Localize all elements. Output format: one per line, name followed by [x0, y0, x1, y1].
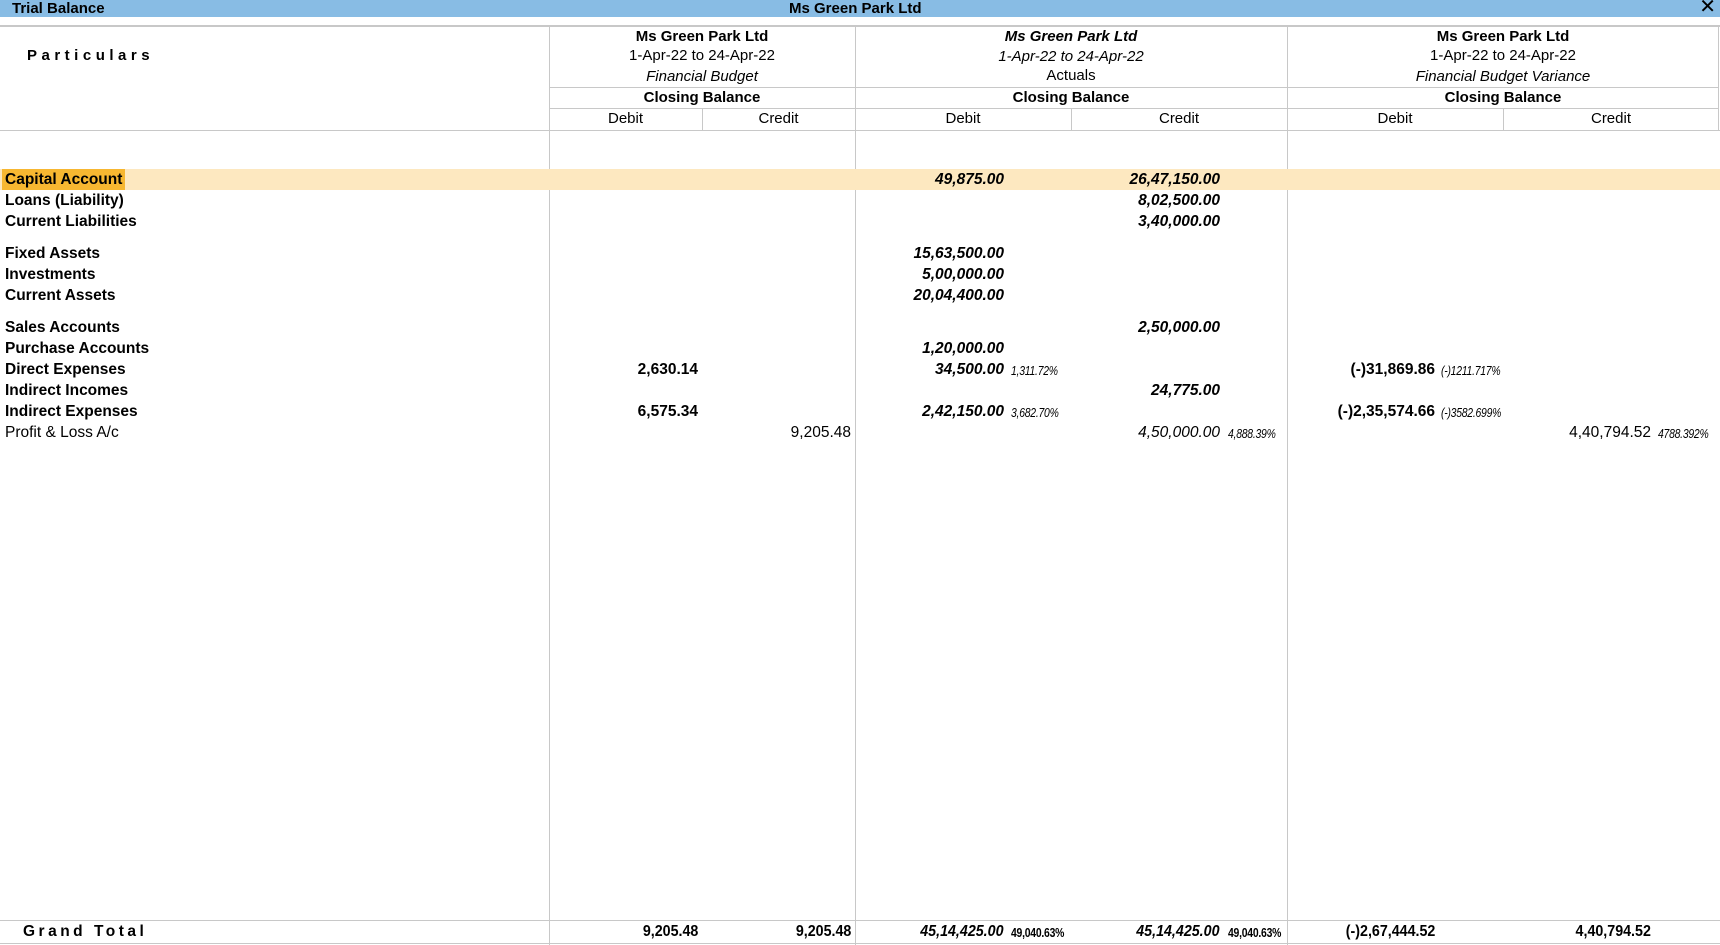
- budget-credit-amount: 9,205.48: [790, 424, 851, 441]
- grand-total-budget-debit: 9,205.48: [642, 923, 698, 940]
- ledger-group-name[interactable]: Sales Accounts: [5, 317, 120, 338]
- column-company: Ms Green Park Ltd: [1436, 28, 1570, 45]
- grand-total-actual-credit-pct: 49,040.63%: [1228, 925, 1282, 940]
- ledger-group-name[interactable]: Profit & Loss A/c: [5, 422, 119, 443]
- ledger-group-name[interactable]: Fixed Assets: [5, 243, 100, 264]
- actual-credit-amount: 4,50,000.00: [1138, 424, 1220, 441]
- variance-credit-percentage: 4788.392%: [1658, 426, 1709, 441]
- actual-debit-amount: 1,20,000.00: [922, 340, 1004, 357]
- column-scenario: Actuals: [1046, 67, 1096, 84]
- table-row[interactable]: Sales Accounts 2,50,000.00: [0, 317, 1720, 338]
- column-divider: [549, 27, 550, 945]
- ledger-group-name[interactable]: Loans (Liability): [5, 190, 124, 211]
- ledger-group-name[interactable]: Direct Expenses: [5, 359, 126, 380]
- header-bottom-divider: [0, 130, 1720, 131]
- table-row[interactable]: Profit & Loss A/c 9,205.48 4,50,000.00 4,88…: [0, 422, 1720, 443]
- budget-debit-amount: 2,630.14: [637, 361, 698, 378]
- table-row[interactable]: Fixed Assets 15,63,500.00: [0, 243, 1720, 264]
- actual-debit-amount: 34,500.00: [935, 361, 1004, 378]
- actual-debit-percentage: 1,311.72%: [1011, 363, 1058, 378]
- column-debit: Debit: [607, 110, 644, 127]
- variance-credit-amount: 4,40,794.52: [1569, 424, 1651, 441]
- report-title: Trial Balance: [12, 0, 105, 17]
- grand-total-label: Grand Total: [23, 923, 148, 940]
- grand-total-actual-debit: 45,14,425.00: [920, 923, 1004, 940]
- column-balance-label: Closing Balance: [643, 89, 761, 106]
- table-row[interactable]: Purchase Accounts 1,20,000.00: [0, 338, 1720, 359]
- actual-debit-amount: 20,04,400.00: [913, 287, 1004, 304]
- variance-debit-percentage: (-)3582.699%: [1441, 405, 1502, 420]
- table-row[interactable]: Current Assets 20,04,400.00: [0, 285, 1720, 306]
- column-divider: [855, 27, 856, 945]
- variance-debit-percentage: (-)1211.717%: [1441, 363, 1501, 378]
- ledger-group-name[interactable]: Current Liabilities: [5, 211, 137, 232]
- column-debit: Debit: [1377, 110, 1413, 127]
- column-company: Ms Green Park Ltd: [1004, 28, 1138, 45]
- title-bar: Trial Balance Ms Green Park Ltd ✕: [0, 0, 1720, 17]
- grand-total-actual-debit-pct: 49,040.63%: [1011, 925, 1065, 940]
- ledger-group-name[interactable]: Current Assets: [5, 285, 116, 306]
- variance-debit-amount: (-)2,35,574.66: [1337, 403, 1435, 420]
- column-credit: Credit: [758, 110, 799, 127]
- variance-debit-amount: (-)31,869.86: [1350, 361, 1435, 378]
- table-row[interactable]: Indirect Incomes 24,775.00: [0, 380, 1720, 401]
- table-row[interactable]: Direct Expenses 2,630.14 34,500.00 1,311.72…: [0, 359, 1720, 380]
- ledger-group-name[interactable]: Investments: [5, 264, 95, 285]
- budget-debit-amount: 6,575.34: [637, 403, 698, 420]
- grand-total-actual-credit: 45,14,425.00: [1136, 923, 1220, 940]
- ledger-group-name[interactable]: Indirect Incomes: [5, 380, 128, 401]
- grand-total-variance-debit: (-)2,67,444.52: [1345, 923, 1435, 940]
- grand-total-bottom-divider: [0, 943, 1720, 944]
- column-balance-label: Closing Balance: [1012, 89, 1130, 106]
- grand-total-variance-credit: 4,40,794.52: [1575, 923, 1651, 940]
- company-name: Ms Green Park Ltd: [789, 0, 922, 17]
- actual-debit-percentage: 3,682.70%: [1011, 405, 1059, 420]
- actual-debit-amount: 5,00,000.00: [922, 266, 1004, 283]
- grand-total-budget-credit: 9,205.48: [795, 923, 851, 940]
- actual-debit-amount: 2,42,150.00: [922, 403, 1004, 420]
- actual-credit-amount: 3,40,000.00: [1138, 213, 1220, 230]
- particulars-header: Particulars: [27, 47, 155, 64]
- actual-credit-percentage: 4,888.39%: [1228, 426, 1276, 441]
- table-row[interactable]: Capital Account 49,875.00 26,47,150.00: [0, 169, 1720, 190]
- column-period: 1-Apr-22 to 24-Apr-22: [629, 47, 775, 64]
- column-company: Ms Green Park Ltd: [635, 28, 769, 45]
- column-scenario: Financial Budget: [646, 68, 758, 85]
- actual-credit-amount: 26,47,150.00: [1129, 171, 1220, 188]
- actual-credit-amount: 2,50,000.00: [1138, 319, 1220, 336]
- table-row[interactable]: Indirect Expenses 6,575.34 2,42,150.00 3,68…: [0, 401, 1720, 422]
- column-debit: Debit: [945, 110, 981, 127]
- actual-credit-amount: 8,02,500.00: [1138, 192, 1220, 209]
- table-row[interactable]: Loans (Liability) 8,02,500.00: [0, 190, 1720, 211]
- actual-debit-amount: 49,875.00: [935, 171, 1004, 188]
- table-row[interactable]: Investments 5,00,000.00: [0, 264, 1720, 285]
- grand-total-row: Grand Total 9,205.48 9,205.48 45,14,425.…: [0, 921, 1720, 942]
- column-credit: Credit: [1158, 110, 1199, 127]
- column-divider: [1287, 27, 1288, 945]
- actual-credit-amount: 24,775.00: [1151, 382, 1220, 399]
- column-period: 1-Apr-22 to 24-Apr-22: [1430, 47, 1576, 64]
- ledger-group-name[interactable]: Capital Account: [2, 169, 126, 190]
- column-scenario: Financial Budget Variance: [1415, 68, 1591, 85]
- close-icon[interactable]: ✕: [1699, 0, 1716, 17]
- ledger-group-name[interactable]: Indirect Expenses: [5, 401, 138, 422]
- column-balance-label: Closing Balance: [1444, 89, 1562, 106]
- column-period: 1-Apr-22 to 24-Apr-22: [998, 48, 1144, 65]
- actual-debit-amount: 15,63,500.00: [913, 245, 1004, 262]
- ledger-group-name[interactable]: Purchase Accounts: [5, 338, 149, 359]
- column-credit: Credit: [1590, 110, 1631, 127]
- table-row[interactable]: Current Liabilities 3,40,000.00: [0, 211, 1720, 232]
